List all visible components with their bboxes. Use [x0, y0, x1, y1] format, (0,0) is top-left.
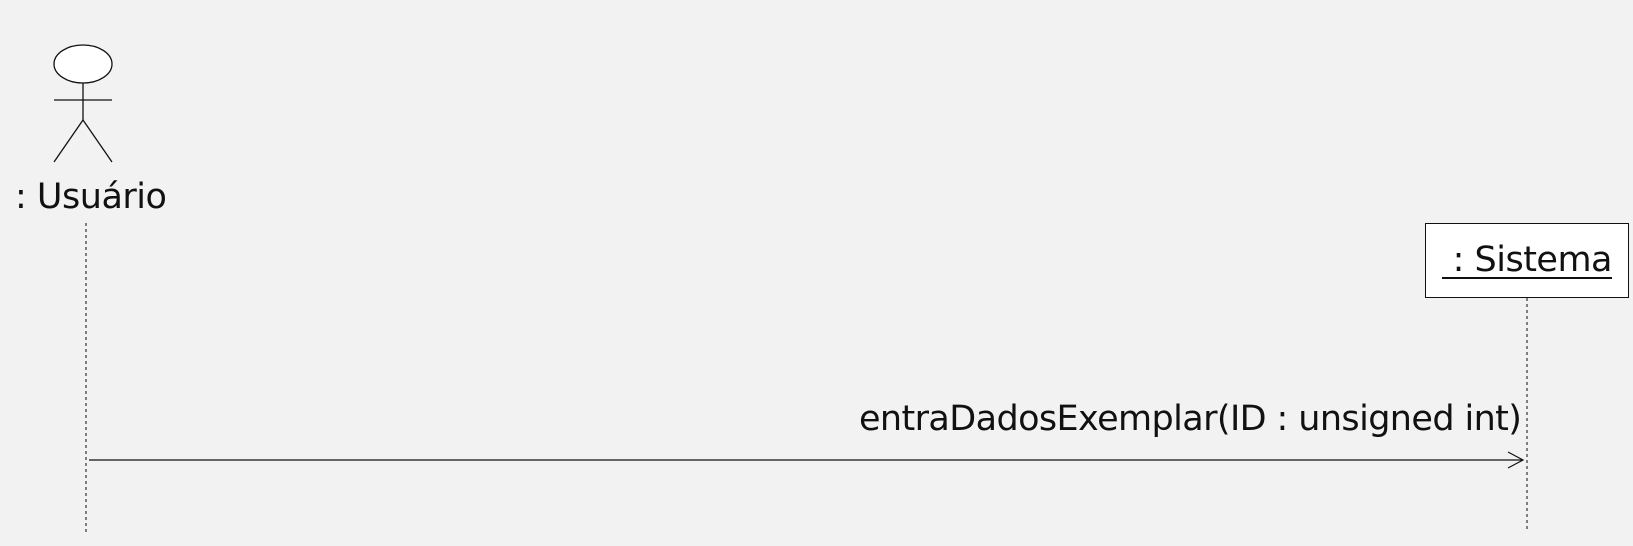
- message-label: entraDadosExemplar(ID : unsigned int): [859, 399, 1522, 439]
- actor-right-leg: [82, 119, 113, 163]
- actor-head: [53, 44, 113, 84]
- actor-figure: [53, 44, 113, 163]
- object-label: : Sistema: [1441, 240, 1613, 280]
- actor-label: : Usuário: [15, 177, 167, 217]
- sequence-diagram-canvas: [53, 44, 1528, 532]
- object-box: : Sistema: [1425, 223, 1629, 298]
- actor-left-leg: [53, 119, 84, 163]
